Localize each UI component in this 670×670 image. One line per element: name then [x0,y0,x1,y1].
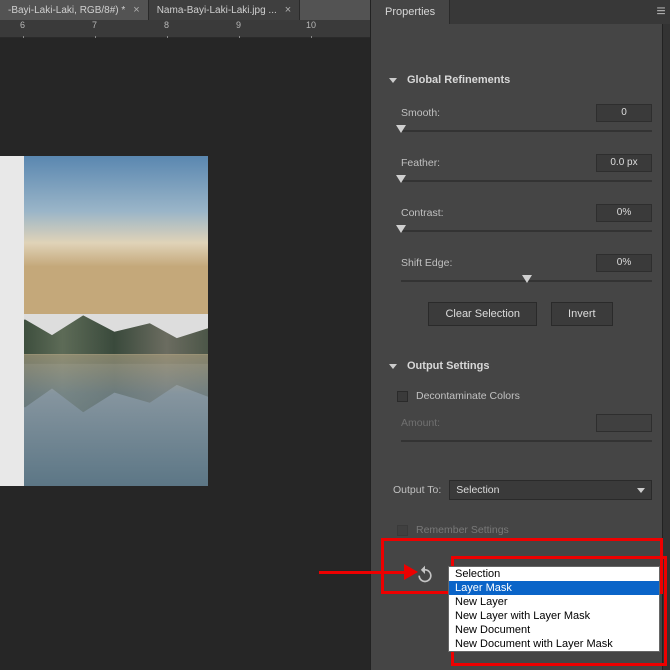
shift-edge-value[interactable]: 0% [596,254,652,272]
decontaminate-checkbox[interactable] [397,391,408,402]
close-icon[interactable]: × [285,4,291,16]
chevron-down-icon [389,364,397,369]
remember-label: Remember Settings [416,524,509,536]
feather-slider[interactable] [401,176,652,188]
dropdown-option-selection[interactable]: Selection [449,567,659,581]
image-edge [0,156,24,486]
section-header[interactable]: Output Settings [389,360,652,372]
section-header[interactable]: Global Refinements [389,74,652,86]
decontaminate-label: Decontaminate Colors [416,390,520,402]
amount-label: Amount: [401,417,440,429]
panel-tab-bar: Properties ≡ [371,0,670,24]
contrast-slider[interactable] [401,226,652,238]
dropdown-option-new-layer[interactable]: New Layer [449,595,659,609]
ruler-tick: 8 [164,20,169,30]
close-icon[interactable]: × [133,4,139,16]
annotation-arrow [319,571,412,574]
tab-properties[interactable]: Properties [371,0,450,24]
ruler-tick: 7 [92,20,97,30]
dropdown-selected: Selection [456,484,499,496]
remember-checkbox[interactable] [397,525,408,536]
ruler-tick: 6 [20,20,25,30]
smooth-slider[interactable] [401,126,652,138]
dropdown-option-new-document-mask[interactable]: New Document with Layer Mask [449,637,659,651]
contrast-value[interactable]: 0% [596,204,652,222]
feather-label: Feather: [401,157,440,169]
section-title: Output Settings [407,360,490,372]
contrast-label: Contrast: [401,207,444,219]
dropdown-option-layer-mask[interactable]: Layer Mask [449,581,659,595]
section-title: Global Refinements [407,74,510,86]
tab-label: Nama-Bayi-Laki-Laki.jpg ... [157,5,277,16]
shift-edge-label: Shift Edge: [401,257,452,269]
amount-value [596,414,652,432]
dropdown-option-new-document[interactable]: New Document [449,623,659,637]
feather-value[interactable]: 0.0 px [596,154,652,172]
ruler-tick: 10 [306,20,316,30]
document-tab-2[interactable]: Nama-Bayi-Laki-Laki.jpg ... × [149,0,300,20]
dropdown-option-new-layer-mask[interactable]: New Layer with Layer Mask [449,609,659,623]
tab-label: -Bayi-Laki-Laki, RGB/8#) * [8,5,125,16]
output-to-dropdown[interactable]: Selection [449,480,652,500]
global-refinements-section: Global Refinements Smooth: 0 Feather: 0.… [371,56,670,342]
horizontal-ruler: 6 7 8 9 10 [0,20,370,38]
clear-selection-button[interactable]: Clear Selection [428,302,537,326]
document-image [0,156,208,486]
smooth-value[interactable]: 0 [596,104,652,122]
annotation-arrow-head [404,564,418,580]
canvas-area[interactable] [0,38,370,670]
chevron-down-icon [637,488,645,493]
output-to-label: Output To: [393,484,441,496]
output-to-dropdown-list: Selection Layer Mask New Layer New Layer… [448,566,660,652]
amount-slider [401,436,652,448]
document-tab-1[interactable]: -Bayi-Laki-Laki, RGB/8#) * × [0,0,149,20]
smooth-label: Smooth: [401,107,440,119]
chevron-down-icon [389,78,397,83]
shift-edge-slider[interactable] [401,276,652,288]
ruler-tick: 9 [236,20,241,30]
invert-button[interactable]: Invert [551,302,613,326]
panel-menu-icon[interactable]: ≡ [652,3,670,21]
